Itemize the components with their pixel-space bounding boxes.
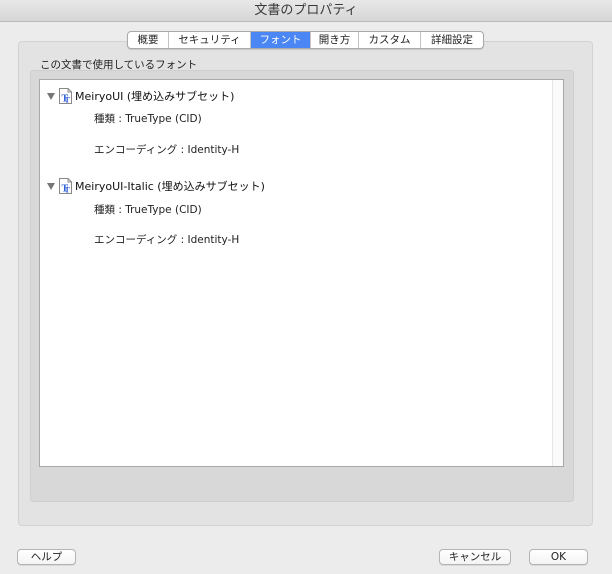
font-encoding: エンコーディング : Identity-H [94, 234, 240, 246]
svg-text:T: T [65, 96, 71, 105]
disclosure-triangle-icon[interactable] [47, 182, 55, 190]
truetype-font-icon: T T [59, 178, 72, 195]
ok-button[interactable]: OK [529, 549, 588, 565]
window-title: 文書のプロパティ [0, 0, 612, 22]
help-button[interactable]: ヘルプ [17, 549, 76, 565]
tab-bar: 概要 セキュリティ フォント 開き方 カスタム 詳細設定 [127, 31, 484, 49]
font-type: 種類 : TrueType (CID) [94, 113, 202, 125]
svg-text:T: T [65, 186, 71, 195]
font-item[interactable]: T T MeiryoUI (埋め込みサブセット) [47, 87, 234, 105]
tab-fonts[interactable]: フォント [251, 32, 311, 48]
disclosure-triangle-icon[interactable] [47, 92, 55, 100]
tab-initial-view[interactable]: 開き方 [311, 32, 359, 48]
tab-advanced[interactable]: 詳細設定 [421, 32, 483, 48]
font-name: MeiryoUI-Italic (埋め込みサブセット) [75, 180, 265, 193]
font-type: 種類 : TrueType (CID) [94, 204, 202, 216]
font-name: MeiryoUI (埋め込みサブセット) [75, 90, 235, 103]
cancel-button[interactable]: キャンセル [439, 549, 511, 565]
font-encoding: エンコーディング : Identity-H [94, 144, 240, 156]
tab-custom[interactable]: カスタム [359, 32, 421, 48]
vertical-scrollbar[interactable] [552, 80, 563, 466]
truetype-font-icon: T T [59, 88, 72, 105]
font-list[interactable]: T T MeiryoUI (埋め込みサブセット) 種類 : TrueType (… [39, 79, 564, 467]
tab-summary[interactable]: 概要 [128, 32, 169, 48]
font-item[interactable]: T T MeiryoUI-Italic (埋め込みサブセット) [47, 177, 265, 195]
tab-security[interactable]: セキュリティ [169, 32, 251, 48]
